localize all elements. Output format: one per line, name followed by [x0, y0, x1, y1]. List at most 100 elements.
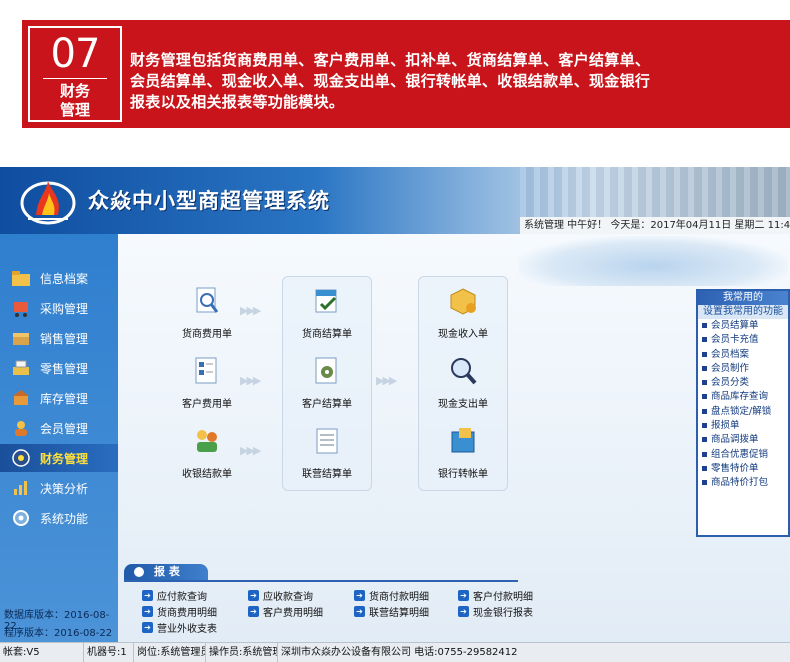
sidebar-item-inventory[interactable]: 库存管理 — [0, 384, 118, 412]
header-decoration — [518, 236, 788, 286]
sidebar-item-info[interactable]: 信息档案 — [0, 264, 118, 292]
badge-divider — [43, 78, 107, 79]
status-company: 深圳市众焱办公设备有限公司 电话:0755-29582412 — [281, 647, 518, 658]
func-cashier-settlement[interactable]: 收银结款单 — [162, 426, 252, 480]
favorite-item[interactable]: 会员分类 — [698, 376, 788, 390]
arrow-right-icon: ➔ — [142, 590, 153, 601]
section-label-line2: 管理 — [59, 101, 90, 119]
status-operator: 操作员:系统管理 — [206, 643, 278, 662]
bullet-icon — [702, 465, 707, 471]
report-link-supplier-payment[interactable]: ➔ 货商付款明细 — [354, 588, 429, 603]
bullet-icon — [702, 408, 707, 414]
func-joint-settlement[interactable]: 联营结算单 — [282, 426, 372, 480]
func-label: 货商结算单 — [302, 329, 352, 340]
app-header: 众焱中小型商超管理系统 系统管理 中午好！ 今天是：2017年04月11日 星期… — [0, 167, 790, 234]
reports-header: 报 表 — [124, 564, 208, 580]
func-customer-fee[interactable]: 客户费用单 — [162, 356, 252, 410]
header-photo — [520, 167, 790, 217]
favorite-item[interactable]: 组合优惠促销 — [698, 448, 788, 462]
favorite-item[interactable]: 商品调拨单 — [698, 433, 788, 447]
func-label: 客户结算单 — [302, 399, 352, 410]
favorite-item[interactable]: 盘点锁定/解锁 — [698, 405, 788, 419]
flow-arrow-icon: ▶▶▶ — [240, 444, 261, 457]
warehouse-icon — [10, 388, 32, 408]
report-link-receivable[interactable]: ➔ 应收款查询 — [248, 588, 313, 603]
favorite-item[interactable]: 商品库存查询 — [698, 390, 788, 404]
sidebar-item-label: 销售管理 — [40, 331, 89, 346]
sidebar-item-label: 财务管理 — [40, 451, 89, 466]
func-cash-expense[interactable]: 现金支出单 — [418, 356, 508, 410]
favorite-item[interactable]: 会员卡充值 — [698, 333, 788, 347]
folder-icon — [10, 268, 32, 288]
func-label: 现金支出单 — [438, 399, 488, 410]
greeting-status: 系统管理 中午好！ 今天是：2017年04月11日 星期二 11:43:29 — [520, 217, 790, 234]
func-customer-settlement[interactable]: 客户结算单 — [282, 356, 372, 410]
func-label: 客户费用单 — [182, 399, 232, 410]
func-label: 联营结算单 — [302, 469, 352, 480]
flow-arrow-icon: ▶▶▶ — [240, 304, 261, 317]
sidebar-item-sales[interactable]: 销售管理 — [0, 324, 118, 352]
section-description: 财务管理包括货商费用单、客户费用单、扣补单、货商结算单、客户结算单、 会员结算单… — [130, 50, 780, 113]
favorite-item[interactable]: 零售特价单 — [698, 462, 788, 476]
sidebar-item-label: 采购管理 — [40, 301, 89, 316]
sidebar-item-label: 零售管理 — [40, 361, 89, 376]
bullet-icon — [702, 323, 707, 328]
favorites-title: 我常用的 — [698, 291, 788, 305]
arrow-right-icon: ➔ — [458, 606, 469, 617]
magnifier-icon — [451, 358, 477, 385]
favorite-item[interactable]: 报损单 — [698, 419, 788, 433]
description-line-1: 财务管理包括货商费用单、客户费用单、扣补单、货商结算单、客户结算单、 — [130, 51, 651, 69]
document-check-icon — [315, 289, 337, 313]
description-line-2: 会员结算单、现金收入单、现金支出单、银行转帐单、收银结款单、现金银行 — [130, 72, 651, 90]
bullet-icon — [702, 437, 707, 443]
sidebar-item-label: 信息档案 — [40, 271, 89, 286]
sidebar-item-retail[interactable]: 零售管理 — [0, 354, 118, 382]
description-line-3: 报表以及相关报表等功能模块。 — [130, 93, 345, 111]
report-link-cash-bank[interactable]: ➔ 现金银行报表 — [458, 604, 533, 619]
favorite-item[interactable]: 会员结算单 — [698, 319, 788, 333]
status-account: 帐套:V5 — [0, 643, 84, 662]
favorites-settings-link[interactable]: 设置我常用的功能 — [698, 305, 788, 319]
report-link-supplier-fee[interactable]: ➔ 货商费用明细 — [142, 604, 217, 619]
report-link-non-operating[interactable]: ➔ 营业外收支表 — [142, 620, 217, 635]
sidebar-item-member[interactable]: 会员管理 — [0, 414, 118, 442]
promo-banner: 07 财务 管理 财务管理包括货商费用单、客户费用单、扣补单、货商结算单、客户结… — [22, 20, 790, 128]
flow-arrow-icon: ▶▶▶ — [240, 374, 261, 387]
box-icon — [10, 328, 32, 348]
screenshot-page: 07 财务 管理 财务管理包括货商费用单、客户费用单、扣补单、货商结算单、客户结… — [0, 0, 790, 662]
report-link-joint-settlement[interactable]: ➔ 联营结算明细 — [354, 604, 429, 619]
func-label: 货商费用单 — [182, 329, 232, 340]
sidebar-item-purchase[interactable]: 采购管理 — [0, 294, 118, 322]
people-money-icon — [197, 430, 217, 452]
status-post: 岗位:系统管理员 — [134, 643, 206, 662]
sidebar-item-finance[interactable]: 财务管理 — [0, 444, 118, 472]
report-link-customer-fee[interactable]: ➔ 客户费用明细 — [248, 604, 323, 619]
func-cash-income[interactable]: 现金收入单 — [418, 286, 508, 340]
sidebar-item-system[interactable]: 系统功能 — [0, 504, 118, 532]
app-version: 程序版本：2016-08-22 — [4, 628, 113, 639]
func-supplier-settlement[interactable]: 货商结算单 — [282, 286, 372, 340]
arrow-right-icon: ➔ — [354, 590, 365, 601]
bullet-icon — [702, 451, 707, 457]
sidebar-item-decision[interactable]: 决策分析 — [0, 474, 118, 502]
bullet-icon — [702, 380, 707, 386]
document-list-icon — [195, 357, 217, 384]
bullet-icon — [702, 351, 707, 357]
report-link-customer-payment[interactable]: ➔ 客户付款明细 — [458, 588, 533, 603]
favorite-item[interactable]: 商品特价打包 — [698, 476, 788, 490]
func-bank-transfer[interactable]: 银行转帐单 — [418, 426, 508, 480]
sidebar-item-label: 系统功能 — [40, 511, 89, 526]
cube-plus-icon — [450, 288, 476, 315]
flow-arrow-icon: ▶▶▶ — [376, 374, 397, 387]
status-bar: 帐套:V5 机器号:1 岗位:系统管理员 操作员:系统管理 深圳市众焱办公设备有… — [0, 642, 790, 662]
arrow-right-icon: ➔ — [248, 606, 259, 617]
cart-icon — [10, 298, 32, 318]
report-link-payable[interactable]: ➔ 应付款查询 — [142, 588, 207, 603]
app-logo-icon — [20, 181, 76, 225]
arrow-right-icon: ➔ — [354, 606, 365, 617]
favorite-item[interactable]: 会员档案 — [698, 348, 788, 362]
main-content: 货商费用单 客户费用单 收银结款单 ▶▶▶ ▶▶▶ ▶▶▶ 货商结算单 客户结算… — [118, 234, 790, 642]
favorite-item[interactable]: 会员制作 — [698, 362, 788, 376]
app-title: 众焱中小型商超管理系统 — [88, 189, 330, 213]
func-supplier-fee[interactable]: 货商费用单 — [162, 286, 252, 340]
